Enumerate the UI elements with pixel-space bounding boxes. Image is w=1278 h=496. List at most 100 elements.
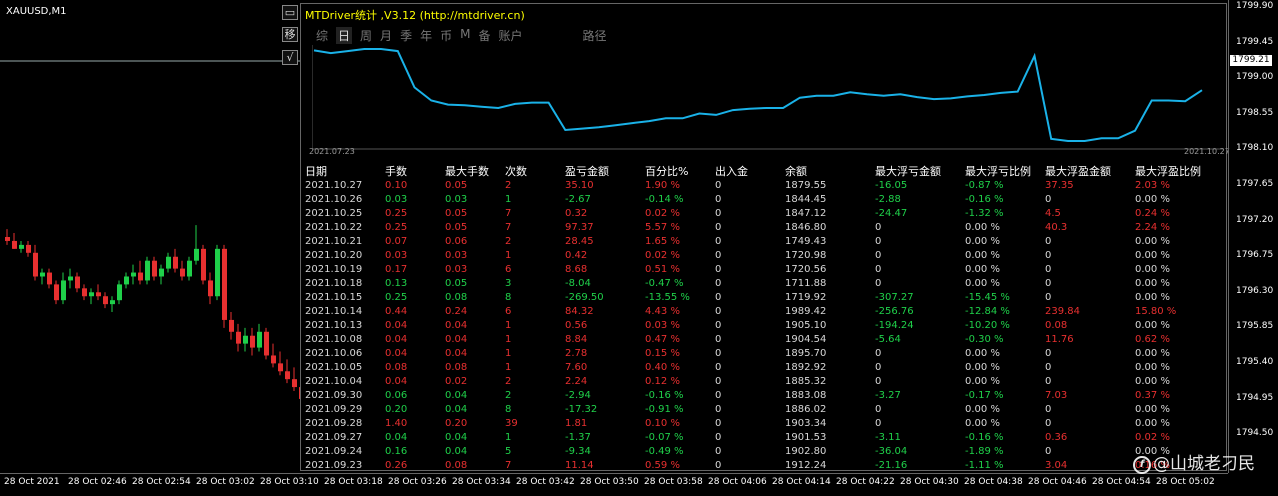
column-header[interactable]: 最大浮盈金额: [1045, 163, 1135, 179]
candle-body: [264, 331, 269, 356]
time-tick-label: 28 Oct 03:42: [516, 477, 575, 487]
time-tick-label: 28 Oct 04:54: [1092, 477, 1151, 487]
tab-10[interactable]: 路径: [583, 27, 607, 44]
mini-end-date: 2021.10.27: [1184, 147, 1230, 156]
table-row[interactable]: 2021.10.04 0.04 0.02 2 2.24 0.12 % 0 1885.32 0 0.…: [305, 375, 1215, 389]
table-cell: 2021.10.21: [305, 236, 363, 247]
table-row[interactable]: 2021.09.23 0.26 0.08 7 11.14 0.59 % 0 1912.24 -2…: [305, 459, 1215, 473]
table-cell: -0.91 %: [645, 404, 684, 415]
table-cell: 1846.80: [785, 222, 827, 233]
table-cell: 6: [505, 306, 512, 317]
candle-body: [194, 248, 199, 261]
table-row[interactable]: 2021.10.19 0.17 0.03 6 8.68 0.51 % 0 1720.56 0 0.…: [305, 263, 1215, 277]
table-cell: 7.03: [1045, 390, 1068, 401]
column-header[interactable]: 最大手数: [445, 163, 505, 179]
table-row[interactable]: 2021.10.13 0.04 0.04 1 0.56 0.03 % 0 1905.10 -19…: [305, 319, 1215, 333]
table-cell: 0.04: [445, 404, 468, 415]
tab-4[interactable]: 季: [400, 27, 412, 44]
table-cell: 0: [715, 418, 722, 429]
table-row[interactable]: 2021.10.25 0.25 0.05 7 0.32 0.02 % 0 1847.12 -24…: [305, 207, 1215, 221]
table-row[interactable]: 2021.09.29 0.20 0.04 8 -17.32 -0.91 % 0 1886.02…: [305, 403, 1215, 417]
column-header[interactable]: 盈亏金额: [565, 163, 645, 179]
tab-3[interactable]: 月: [380, 27, 392, 44]
table-cell: -194.24: [875, 320, 914, 331]
price-tick-label: 1796.30: [1236, 285, 1274, 296]
table-cell: 0.00 %: [965, 222, 1000, 233]
tab-9[interactable]: 账户: [498, 27, 522, 44]
tab-1[interactable]: 日: [336, 27, 353, 44]
equity-mini-chart: [312, 45, 1224, 150]
table-cell: 0: [1045, 348, 1052, 359]
table-cell: 0: [875, 250, 882, 261]
column-header[interactable]: 最大浮亏金额: [875, 163, 965, 179]
tab-6[interactable]: 币: [440, 27, 452, 44]
current-price-tag: 1799.21: [1230, 55, 1272, 66]
table-cell: 1: [505, 320, 512, 331]
table-cell: -16.05: [875, 180, 908, 191]
table-row[interactable]: 2021.10.20 0.03 0.03 1 0.42 0.02 % 0 1720.98 0 0.…: [305, 249, 1215, 263]
table-row[interactable]: 2021.10.26 0.03 0.03 1 -2.67 -0.14 % 0 1844.45 -…: [305, 193, 1215, 207]
table-cell: 0.00 %: [965, 404, 1000, 415]
table-cell: 8.68: [565, 264, 588, 275]
table-cell: 1.81: [565, 418, 588, 429]
table-row[interactable]: 2021.10.18 0.13 0.05 3 -8.04 -0.47 % 0 1711.88 0…: [305, 277, 1215, 291]
table-cell: 1885.32: [785, 376, 827, 387]
table-row[interactable]: 2021.10.22 0.25 0.05 7 97.37 5.57 % 0 1846.80 0 0…: [305, 221, 1215, 235]
tab-8[interactable]: 备: [478, 27, 490, 44]
column-header[interactable]: 最大浮盈比例: [1135, 163, 1215, 179]
table-cell: -17.32: [565, 404, 598, 415]
column-header[interactable]: 最大浮亏比例: [965, 163, 1045, 179]
table-cell: 0: [1045, 236, 1052, 247]
column-header[interactable]: 手数: [385, 163, 445, 179]
table-row[interactable]: 2021.10.27 0.10 0.05 2 35.10 1.90 % 0 1879.55 -1…: [305, 179, 1215, 193]
table-cell: 8.84: [565, 334, 588, 345]
table-cell: 1: [505, 334, 512, 345]
price-tick-label: 1799.00: [1236, 72, 1274, 83]
table-cell: 2021.09.30: [305, 390, 363, 401]
tab-7[interactable]: M: [460, 27, 470, 44]
table-cell: 0: [715, 362, 722, 373]
table-row[interactable]: 2021.09.24 0.16 0.04 5 -9.34 -0.49 % 0 1902.80 -…: [305, 445, 1215, 459]
table-row[interactable]: 2021.10.08 0.04 0.04 1 8.84 0.47 % 0 1904.54 -5.…: [305, 333, 1215, 347]
column-header[interactable]: 百分比%: [645, 163, 715, 179]
time-tick-label: 28 Oct 03:18: [324, 477, 383, 487]
table-cell: 0.02 %: [1135, 432, 1170, 443]
table-row[interactable]: 2021.10.05 0.08 0.08 1 7.60 0.40 % 0 1892.92 0 0.…: [305, 361, 1215, 375]
symbol-label: XAUUSD,M1: [6, 6, 67, 17]
tab-0[interactable]: 综: [316, 27, 328, 44]
table-row[interactable]: 2021.09.27 0.04 0.04 1 -1.37 -0.07 % 0 1901.53 -…: [305, 431, 1215, 445]
table-cell: 0: [715, 236, 722, 247]
table-cell: 0: [715, 460, 722, 471]
table-cell: 0.37 %: [1135, 390, 1170, 401]
table-row[interactable]: 2021.09.30 0.06 0.04 2 -2.94 -0.16 % 0 1883.08 -…: [305, 389, 1215, 403]
table-cell: 0.00 %: [965, 362, 1000, 373]
table-row[interactable]: 2021.10.06 0.04 0.04 1 2.78 0.15 % 0 1895.70 0 0.…: [305, 347, 1215, 361]
tab-2[interactable]: 周: [360, 27, 372, 44]
table-row[interactable]: 2021.10.15 0.25 0.08 8 -269.50 -13.55 % 0 1719.…: [305, 291, 1215, 305]
table-cell: 0.00 %: [1135, 264, 1170, 275]
column-header[interactable]: 日期: [305, 163, 385, 179]
check-button[interactable]: √: [282, 50, 298, 65]
column-header[interactable]: 余额: [785, 163, 875, 179]
table-row[interactable]: 2021.10.21 0.07 0.06 2 28.45 1.65 % 0 1749.43 0 0…: [305, 235, 1215, 249]
table-cell: 1901.53: [785, 432, 827, 443]
price-tick-label: 1797.65: [1236, 179, 1274, 189]
move-button[interactable]: 移: [282, 27, 298, 42]
time-tick-label: 28 Oct 02:54: [132, 477, 191, 487]
column-header[interactable]: 次数: [505, 163, 565, 179]
column-header[interactable]: 出入金: [715, 163, 785, 179]
table-cell: 0.02 %: [645, 250, 680, 261]
candle-body: [292, 379, 297, 388]
table-cell: 35.10: [565, 180, 594, 191]
minimize-button[interactable]: ▭: [282, 5, 298, 20]
tab-5[interactable]: 年: [420, 27, 432, 44]
candle-body: [19, 244, 24, 249]
candle-body: [96, 292, 101, 297]
table-row[interactable]: 2021.10.14 0.44 0.24 6 84.32 4.43 % 0 1989.42 -2…: [305, 305, 1215, 319]
candle-body: [61, 280, 66, 301]
table-cell: -2.67: [565, 194, 591, 205]
candle-body: [250, 335, 255, 348]
table-cell: 0.12 %: [645, 376, 680, 387]
table-row[interactable]: 2021.09.28 1.40 0.20 39 1.81 0.10 % 0 1903.34 0 0…: [305, 417, 1215, 431]
table-cell: 2.24: [565, 376, 588, 387]
